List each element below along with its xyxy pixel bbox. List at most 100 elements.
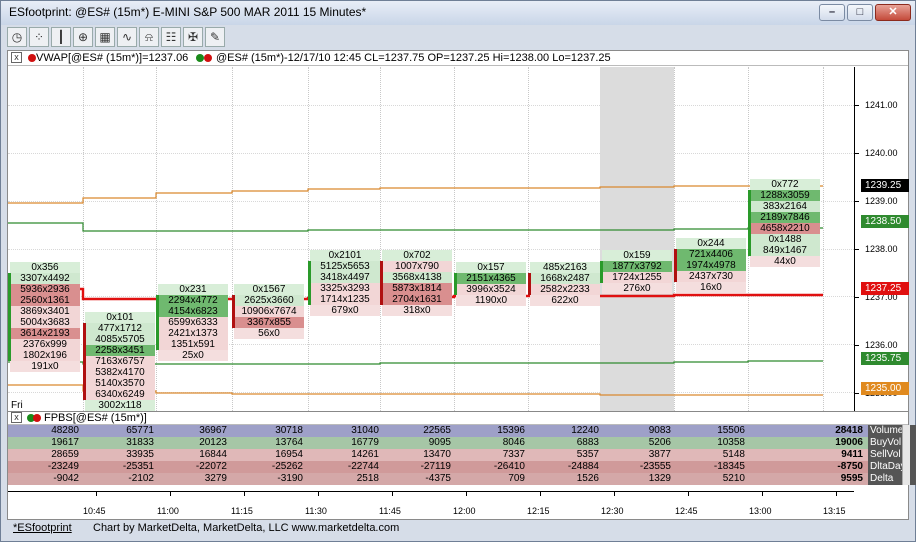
footprint-cell: 2151x4365 (456, 273, 526, 284)
app-window: ESfootprint: @ES# (15m*) E-MINI S&P 500 … (0, 0, 916, 542)
grid-icon[interactable]: ▦ (95, 27, 115, 47)
time-tick-label: 10:45 (83, 506, 106, 516)
bell-icon[interactable]: ⍾ (139, 27, 159, 47)
time-tick-label: 11:00 (157, 506, 179, 516)
series-up-icon (196, 54, 204, 62)
table-cell: 28418 (835, 425, 863, 436)
footprint-cell: 1714x1235 (310, 294, 380, 305)
price-badge: 1235.75 (861, 352, 909, 365)
table-cell: 5206 (648, 437, 671, 448)
footprint-cell: 3367x855 (234, 317, 304, 328)
table-cell: -23555 (639, 461, 671, 472)
time-tick-mark (836, 492, 837, 496)
draw-icon[interactable]: ✠ (183, 27, 203, 47)
footprint-cell: 4085x5705 (85, 334, 155, 345)
footprint-cell: 383x2164 (750, 201, 820, 212)
time-tick-mark (244, 492, 245, 496)
footprint-cell: 0x772 (750, 179, 820, 190)
pencil-icon[interactable]: ✎ (205, 27, 225, 47)
footprint-cell: 485x2163 (530, 262, 600, 273)
title-bar[interactable]: ESfootprint: @ES# (15m*) E-MINI S&P 500 … (1, 1, 915, 25)
maximize-button[interactable]: □ (847, 4, 873, 21)
footprint-cell: 2376x999 (10, 339, 80, 350)
clock-icon[interactable]: ◷ (7, 27, 27, 47)
table-cell: 8046 (502, 437, 525, 448)
time-tick-label: 12:15 (527, 506, 550, 516)
close-button[interactable]: ✕ (875, 4, 911, 21)
table-cell: -27119 (420, 461, 451, 472)
footprint-cell: 3568x4138 (382, 272, 452, 283)
footprint-plot[interactable]: Fri 12-17 0x3563307x44925936x29362560x13… (8, 67, 854, 424)
xyz-icon[interactable]: ⁘ (29, 27, 49, 47)
footprint-cell: 2582x2233 (530, 284, 600, 295)
footprint-cell: 0x159 (602, 250, 672, 261)
table-cell: 2518 (356, 473, 379, 484)
footprint-cell: 276x0 (602, 283, 672, 294)
table-cell: 30718 (275, 425, 303, 436)
footprint-cell: 4154x6823 (158, 306, 228, 317)
table-row: 48280 65771 36967 30718 31040 22565 15396 12240… (8, 425, 916, 437)
table-cell: -22744 (347, 461, 379, 472)
price-badge: 1237.25 (861, 282, 909, 295)
footprint-cell: 0x2101 (310, 250, 380, 261)
footprint-cell: 3996x3524 (456, 284, 526, 295)
chart-icon[interactable]: ∿ (117, 27, 137, 47)
footprint-cell: 2704x1631 (382, 294, 452, 305)
draw-icon-glyph: ✠ (187, 30, 199, 44)
bars-icon[interactable]: ┃ (51, 27, 71, 47)
upper-green-band (8, 222, 823, 232)
table-cell: 7337 (502, 449, 525, 460)
workspace-tab[interactable]: *ESfootprint (13, 522, 72, 534)
credit-text: Chart by MarketDelta, MarketDelta, LLC w… (93, 522, 400, 534)
table-cell: 20123 (199, 437, 227, 448)
footprint-cell: 44x0 (750, 256, 820, 267)
footprint-cell: 1351x591 (158, 339, 228, 350)
table-cell: -4375 (425, 473, 451, 484)
table-cell: 31040 (351, 425, 379, 436)
footprint-cell: 10906x7674 (234, 306, 304, 317)
footprint-cell: 1877x3792 (602, 261, 672, 272)
close-pane-icon[interactable]: x (11, 52, 22, 63)
table-cell: 14261 (351, 449, 379, 460)
footprint-cell: 1668x2487 (530, 273, 600, 284)
candle-body-marker (454, 273, 457, 295)
footprint-cell: 0x702 (382, 250, 452, 261)
price-tick-mark (855, 153, 859, 154)
footprint-cell: 2437x730 (676, 271, 746, 282)
time-tick-mark (466, 492, 467, 496)
candle-body-marker (748, 190, 751, 256)
candle-body-marker (674, 249, 677, 282)
table-cell: 9095 (428, 437, 451, 448)
minimize-button[interactable]: – (819, 4, 845, 21)
footprint-cell: 4658x2210 (750, 223, 820, 234)
footprint-cell: 0x356 (10, 262, 80, 273)
candle-body-marker (156, 295, 159, 350)
upper-orange-band (8, 185, 823, 204)
footprint-cell: 5936x2936 (10, 284, 80, 295)
table-cell: 31833 (126, 437, 154, 448)
price-axis[interactable]: 1241.00 1240.00 1239.00 1238.00 1237.00 1236.… (854, 67, 909, 411)
close-fpbs-icon[interactable]: x (11, 412, 22, 423)
footprint-cell: 3307x4492 (10, 273, 80, 284)
table-cell: -25351 (122, 461, 154, 472)
footprint-cell: 679x0 (310, 305, 380, 316)
price-badge: 1235.00 (861, 382, 909, 395)
footprint-cell: 1974x4978 (676, 260, 746, 271)
zoom-icon-glyph: ⊕ (77, 30, 89, 44)
time-axis[interactable]: 10:45 11:00 11:15 11:30 11:45 12:00 12:15 12:30… (8, 491, 854, 519)
pencil-icon-glyph: ✎ (209, 30, 221, 44)
price-tick-label: 1240.00 (865, 148, 898, 158)
table-cell: 22565 (423, 425, 451, 436)
vwap-readout: VWAP[@ES# (15m*)]=1237.06 (36, 52, 189, 64)
footprint-cell: 2189x7846 (750, 212, 820, 223)
footprint-cell: 721x4406 (676, 249, 746, 260)
candle-body-marker (380, 261, 383, 305)
table-cell: 28659 (51, 449, 79, 460)
table-row: 28659 33935 16844 16954 14261 13470 7337 5357 38… (8, 449, 916, 461)
footprint-cell: 2625x3660 (234, 295, 304, 306)
histogram-icon[interactable]: ☷ (161, 27, 181, 47)
table-cell: 5357 (576, 449, 599, 460)
footprint-cell: 0x157 (456, 262, 526, 273)
table-scrollbar[interactable] (902, 425, 910, 485)
zoom-icon[interactable]: ⊕ (73, 27, 93, 47)
